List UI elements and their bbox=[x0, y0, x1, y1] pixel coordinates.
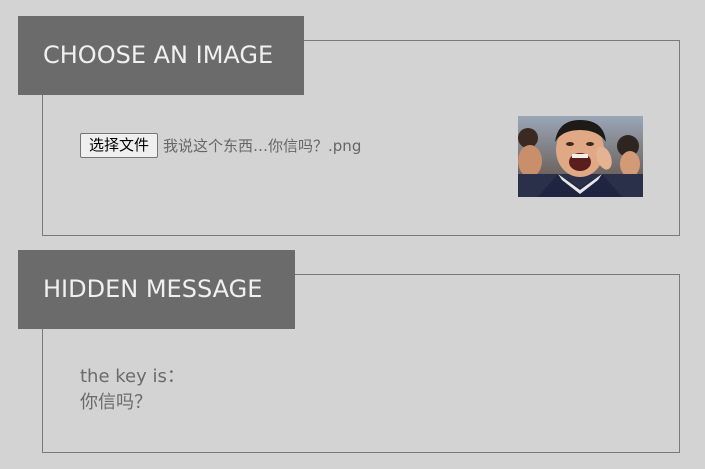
hidden-message-heading: HIDDEN MESSAGE bbox=[18, 250, 295, 329]
selected-file-name: 我说这个东西…你信吗？.png bbox=[163, 136, 362, 155]
hidden-message-text: the key is： 你信吗？ bbox=[80, 364, 185, 416]
message-line-2: 你信吗？ bbox=[80, 392, 152, 413]
file-input[interactable]: 选择文件 我说这个东西…你信吗？.png bbox=[80, 132, 361, 158]
image-preview-thumbnail bbox=[518, 116, 643, 197]
message-line-1: the key is： bbox=[80, 366, 185, 387]
choose-file-button[interactable]: 选择文件 bbox=[80, 132, 159, 158]
image-preview bbox=[518, 116, 643, 197]
choose-image-heading: CHOOSE AN IMAGE bbox=[18, 16, 304, 95]
